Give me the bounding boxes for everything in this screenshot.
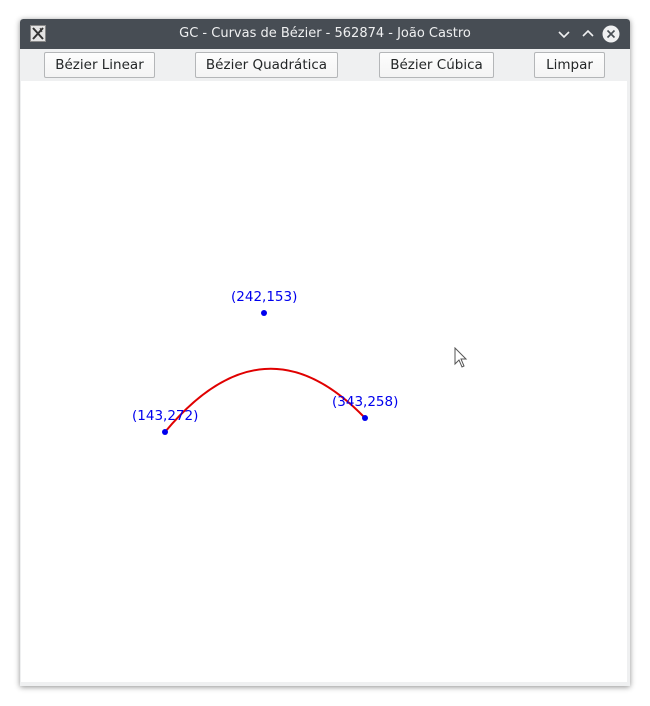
close-icon[interactable] bbox=[602, 25, 620, 43]
control-point[interactable] bbox=[362, 415, 368, 421]
app-window: GC - Curvas de Bézier - 562874 - João Ca… bbox=[20, 19, 630, 686]
control-point-label: (143,272) bbox=[132, 408, 199, 424]
bezier-quadratic-button[interactable]: Bézier Quadrática bbox=[195, 52, 338, 78]
toolbar: Bézier Linear Bézier Quadrática Bézier C… bbox=[20, 49, 630, 81]
mouse-cursor-icon bbox=[454, 346, 468, 373]
control-point[interactable] bbox=[261, 310, 267, 316]
window-title: GC - Curvas de Bézier - 562874 - João Ca… bbox=[179, 26, 471, 41]
clear-button[interactable]: Limpar bbox=[534, 52, 605, 78]
minimize-icon[interactable] bbox=[555, 25, 573, 43]
bezier-linear-button[interactable]: Bézier Linear bbox=[44, 52, 155, 78]
drawing-canvas[interactable]: (143,272) (242,153) (343,258) bbox=[21, 81, 627, 682]
bezier-cubic-button[interactable]: Bézier Cúbica bbox=[379, 52, 494, 78]
control-point-label: (343,258) bbox=[332, 394, 399, 410]
control-point[interactable] bbox=[162, 429, 168, 435]
control-point-label: (242,153) bbox=[231, 289, 298, 305]
maximize-icon[interactable] bbox=[579, 25, 597, 43]
title-bar[interactable]: GC - Curvas de Bézier - 562874 - João Ca… bbox=[20, 19, 630, 49]
canvas-drawing bbox=[162, 310, 368, 435]
